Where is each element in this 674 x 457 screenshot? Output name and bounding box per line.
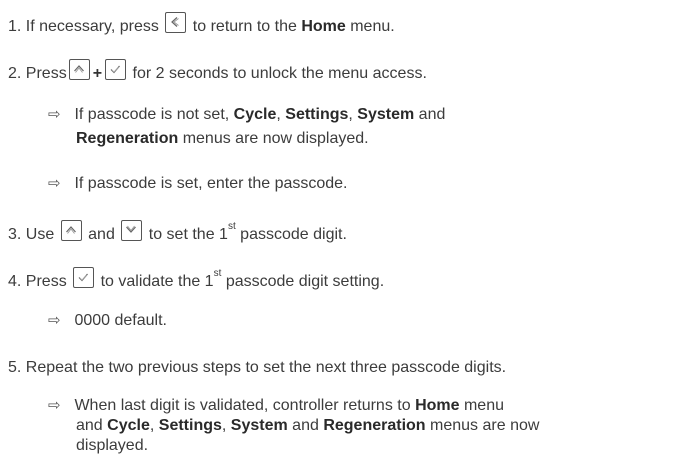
separator: ,: [221, 417, 227, 434]
step-number: 2.: [8, 65, 22, 82]
result-arrow-icon: ⇨: [48, 175, 61, 192]
result-text: 0000 default.: [74, 312, 167, 329]
step-number: 4.: [8, 273, 22, 290]
step-text: Repeat the two previous steps to set the…: [25, 359, 507, 376]
result-text: menu: [463, 397, 504, 414]
home-menu-term: Home: [415, 397, 460, 414]
result-text: and: [76, 417, 103, 434]
result-text: and: [292, 417, 319, 434]
plus-sign: +: [92, 65, 103, 82]
result-4-line-3: displayed.: [76, 436, 148, 456]
separator: ,: [149, 417, 155, 434]
step-text: If necessary, press: [25, 18, 159, 35]
step-text: menu.: [350, 18, 395, 35]
result-4-line-1: ⇨ When last digit is validated, controll…: [48, 396, 504, 416]
result-3: ⇨ 0000 default.: [48, 311, 167, 331]
result-2: ⇨ If passcode is set, enter the passcode…: [48, 174, 348, 194]
separator: ,: [348, 106, 353, 123]
step-text: to return to the: [192, 18, 297, 35]
ordinal-suffix: st: [227, 221, 236, 232]
result-arrow-icon: ⇨: [48, 106, 61, 123]
result-1-line-2: Regeneration menus are now displayed.: [76, 129, 369, 149]
step-text: Press: [25, 273, 67, 290]
system-menu-term: System: [230, 417, 288, 434]
step-text: to set the 1: [148, 226, 228, 243]
result-1-line-1: ⇨ If passcode is not set, Cycle, Setting…: [48, 105, 445, 125]
step-number: 5.: [8, 359, 22, 376]
step-text: Press: [25, 65, 67, 82]
step-number: 1.: [8, 18, 22, 35]
result-text: displayed.: [76, 437, 149, 454]
ok-key-icon: [105, 59, 127, 80]
result-text: menus are now: [430, 417, 540, 434]
up-key-icon: [60, 220, 82, 241]
step-4: 4. Press to validate the 1st passcode di…: [8, 267, 384, 292]
cycle-menu-term: Cycle: [233, 106, 277, 123]
result-arrow-icon: ⇨: [48, 397, 61, 414]
result-text: If passcode is set, enter the passcode.: [74, 175, 348, 192]
regeneration-menu-term: Regeneration: [323, 417, 426, 434]
result-text: menus are now displayed.: [182, 130, 369, 147]
step-3: 3. Use and to set the 1st passcode digit…: [8, 220, 347, 245]
step-2: 2. Press + for 2 seconds to unlock the m…: [8, 59, 427, 84]
regeneration-menu-term: Regeneration: [76, 130, 179, 147]
result-text: When last digit is validated, controller…: [74, 397, 411, 414]
ordinal-suffix: st: [213, 268, 222, 279]
settings-menu-term: Settings: [158, 417, 222, 434]
step-text: and: [88, 226, 115, 243]
system-menu-term: System: [357, 106, 415, 123]
step-1: 1. If necessary, press to return to the …: [8, 12, 395, 37]
back-key-icon: [165, 12, 187, 33]
down-key-icon: [121, 220, 143, 241]
result-text: and: [418, 106, 446, 123]
instruction-document: 1. If necessary, press to return to the …: [0, 0, 674, 457]
home-menu-term: Home: [301, 18, 346, 35]
cycle-menu-term: Cycle: [107, 417, 150, 434]
result-arrow-icon: ⇨: [48, 312, 61, 329]
step-text: for 2 seconds to unlock the menu access.: [132, 65, 427, 82]
step-5: 5. Repeat the two previous steps to set …: [8, 358, 506, 378]
step-text: to validate the 1: [100, 273, 214, 290]
settings-menu-term: Settings: [285, 106, 349, 123]
step-text: passcode digit setting.: [225, 273, 385, 290]
separator: ,: [276, 106, 281, 123]
ok-key-icon: [73, 267, 95, 288]
step-text: Use: [25, 226, 55, 243]
result-4-line-2: and Cycle, Settings, System and Regenera…: [76, 416, 539, 436]
step-text: passcode digit.: [240, 226, 347, 243]
result-text: If passcode is not set,: [74, 106, 230, 123]
step-number: 3.: [8, 226, 22, 243]
up-key-icon: [68, 59, 90, 80]
